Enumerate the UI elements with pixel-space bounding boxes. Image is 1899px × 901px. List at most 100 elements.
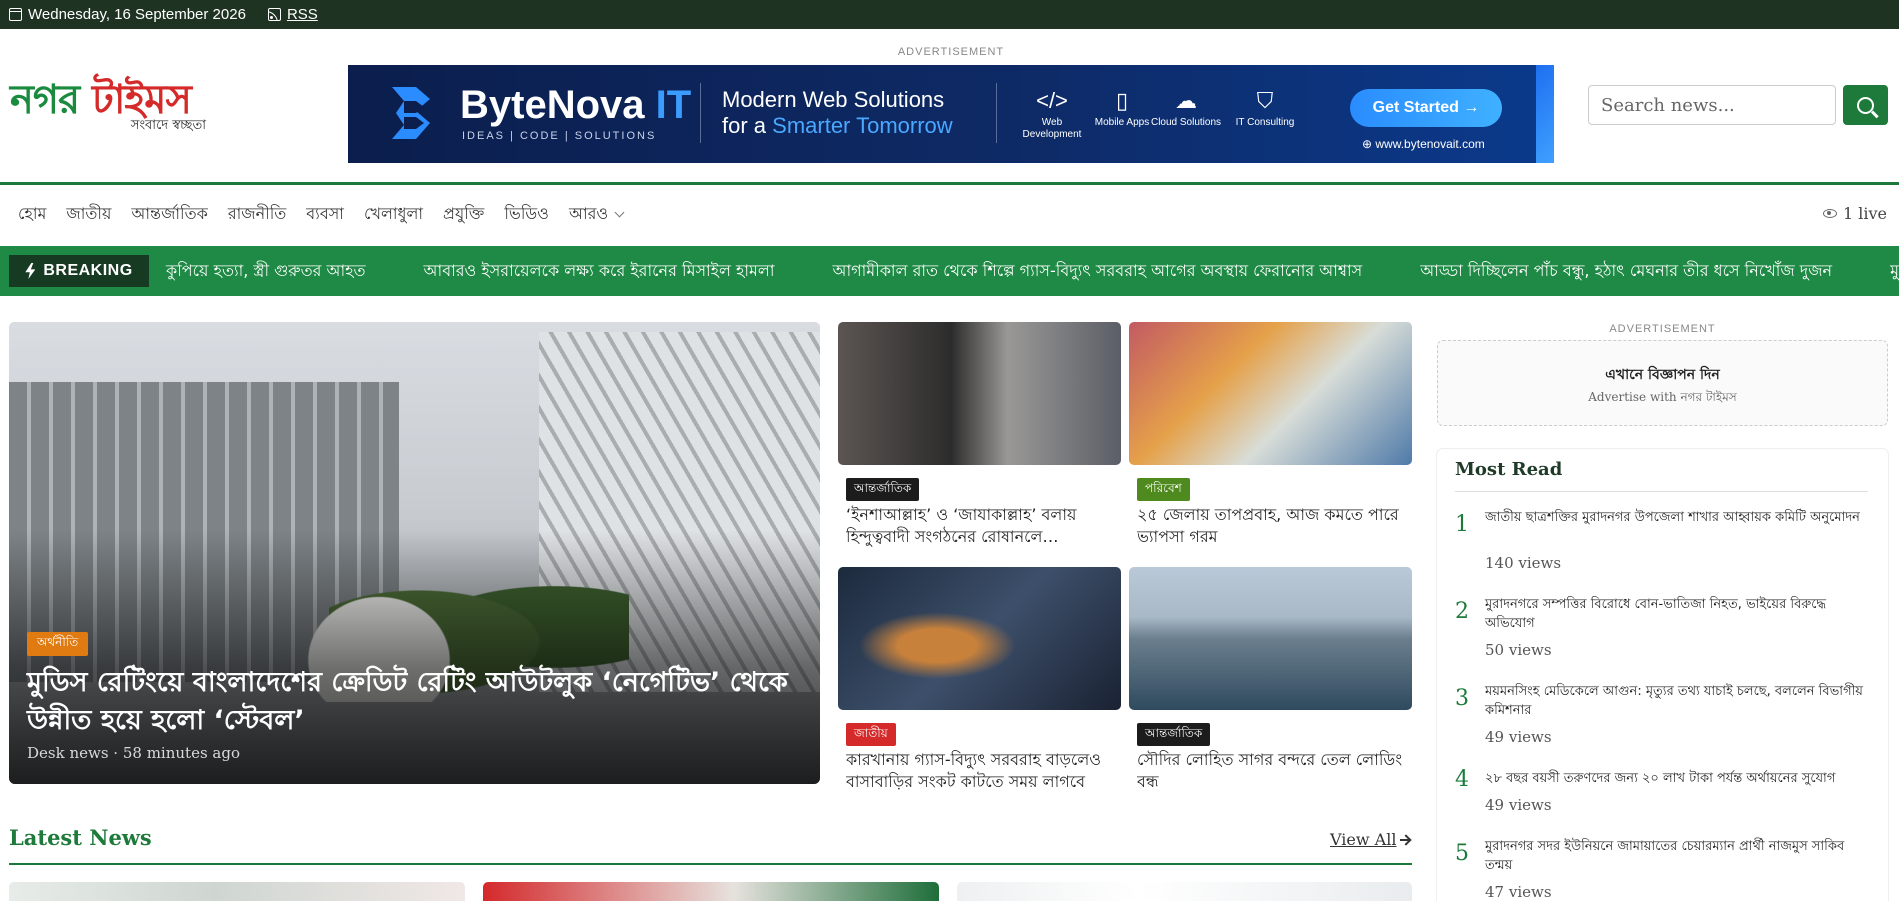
latest-news-title: Latest News [9, 825, 152, 850]
nav-item-business[interactable]: ব্যবসা [296, 201, 354, 228]
ticker-item[interactable]: আবারও ইসরায়েলকে লক্ষ্য করে ইরানের মিসাই… [424, 258, 775, 285]
ticker-item[interactable]: কুপিয়ে হত্যা, স্ত্রী গুরুতর আহত [166, 258, 366, 285]
latest-card-image[interactable] [9, 882, 465, 901]
most-read-headline[interactable]: মুরাদনগরে সম্পত্তির বিরোধে বোন-ভাতিজা নি… [1485, 595, 1875, 633]
live-counter: 1 live [1822, 204, 1887, 223]
story-card-headline[interactable]: ‘ইনশাআল্লাহ’ ও ‘জাযাকাল্লাহ’ বলায় হিন্দ… [846, 504, 1116, 548]
ad-service-web: </> Web Development [1012, 85, 1092, 141]
header-divider [0, 182, 1899, 185]
ad-headline-1: Modern Web Solutions [722, 87, 945, 112]
ticker-item[interactable]: মুরাদনগ [1890, 258, 1899, 285]
story-card-category[interactable]: পরিবেশ [1137, 478, 1190, 501]
story-card-headline[interactable]: সৌদির লোহিত সাগর বন্দরে তেল লোডিং বন্ধ [1137, 749, 1407, 793]
story-card-image [838, 322, 1121, 465]
latest-card-image[interactable] [483, 882, 939, 901]
sidebar-ad-slot[interactable]: এখানে বিজ্ঞাপন দিন Advertise with নগর টা… [1437, 340, 1888, 426]
top-bar: Wednesday, 16 September 2026 RSS [0, 0, 1899, 29]
most-read-divider [1455, 491, 1868, 492]
story-card-image [1129, 567, 1412, 710]
header-ad-label: ADVERTISEMENT [897, 46, 1005, 58]
ad-get-started-button[interactable]: Get Started → [1350, 89, 1502, 127]
breaking-news-bar: BREAKING কুপিয়ে হত্যা, স্ত্রী গুরুতর আহ… [0, 246, 1899, 296]
sidebar-ad-subtitle: Advertise with নগর টাইমস [1588, 390, 1737, 404]
story-card[interactable]: আন্তর্জাতিক ‘ইনশাআল্লাহ’ ও ‘জাযাকাল্লাহ’… [838, 322, 1121, 546]
most-read-headline[interactable]: ময়মনসিংহ মেডিকেলে আগুন: মৃত্যুর তথ্য যা… [1485, 682, 1875, 720]
most-read-title: Most Read [1455, 459, 1563, 480]
story-card-image [1129, 322, 1412, 465]
hero-category-badge[interactable]: অর্থনীতি [27, 632, 89, 656]
shield-icon: ⛉ [1256, 88, 1274, 113]
story-card-image [838, 567, 1121, 710]
cloud-icon: ☁ [1175, 88, 1197, 113]
site-logo[interactable]: নগর টাইমস সংবাদে স্বচ্ছতা [10, 78, 210, 138]
ticker-item[interactable]: আগামীকাল রাত থেকে শিল্পে গ্যাস-বিদ্যুৎ স… [832, 258, 1362, 285]
story-card-headline[interactable]: কারখানায় গ্যাস-বিদ্যুৎ সরবরাহ বাড়লেও ব… [846, 749, 1116, 793]
nav-item-technology[interactable]: প্রযুক্তি [433, 201, 494, 228]
most-read-headline[interactable]: জাতীয় ছাত্রশক্তির মুরাদনগর উপজেলা শাখার… [1485, 508, 1875, 527]
latest-news-divider [9, 863, 1412, 865]
rss-link[interactable]: RSS [287, 6, 318, 23]
nav-item-more[interactable]: আরও [559, 201, 633, 228]
story-card[interactable]: জাতীয় কারখানায় গ্যাস-বিদ্যুৎ সরবরাহ বা… [838, 567, 1121, 791]
search-input[interactable] [1588, 85, 1836, 125]
search-icon [1857, 96, 1874, 114]
eye-icon [1822, 209, 1837, 218]
most-read-views: 49 views [1485, 796, 1552, 814]
most-read-panel: Most Read 1 জাতীয় ছাত্রশক্তির মুরাদনগর … [1437, 449, 1888, 901]
ad-service-cloud: ☁ Cloud Solutions [1146, 85, 1226, 129]
breaking-ticker: কুপিয়ে হত্যা, স্ত্রী গুরুতর আহত আবারও ই… [166, 246, 1899, 296]
search-button[interactable] [1843, 85, 1888, 125]
sidebar-ad-title: এখানে বিজ্ঞাপন দিন [1605, 367, 1720, 383]
most-read-rank: 5 [1455, 841, 1469, 866]
ad-brand: ByteNova IT [460, 83, 692, 127]
hero-meta: Desk news · 58 minutes ago [27, 744, 240, 762]
nav-item-home[interactable]: হোম [8, 201, 56, 228]
story-card[interactable]: আন্তর্জাতিক সৌদির লোহিত সাগর বন্দরে তেল … [1129, 567, 1412, 791]
ad-service-consulting: ⛉ IT Consulting [1225, 85, 1305, 129]
header-ad-banner[interactable]: ByteNova IT IDEAS | CODE | SOLUTIONS Mod… [348, 65, 1554, 163]
hero-story[interactable]: অর্থনীতি মুডিস রেটিংয়ে বাংলাদেশের ক্রেড… [9, 322, 820, 784]
story-card[interactable]: পরিবেশ ২৫ জেলায় তাপপ্রবাহ, আজ কমতে পারে… [1129, 322, 1412, 546]
main-nav: হোম জাতীয় আন্তর্জাতিক রাজনীতি ব্যবসা খে… [8, 200, 633, 228]
live-count: 1 live [1842, 204, 1887, 223]
most-read-rank: 1 [1455, 512, 1469, 537]
story-card-category[interactable]: জাতীয় [846, 723, 896, 746]
story-card-headline[interactable]: ২৫ জেলায় তাপপ্রবাহ, আজ কমতে পারে ভ্যাপস… [1137, 504, 1407, 548]
calendar-icon [9, 8, 22, 21]
most-read-views: 49 views [1485, 728, 1552, 746]
ad-headline-2: for a Smarter Tomorrow [722, 113, 953, 138]
most-read-views: 47 views [1485, 883, 1552, 901]
ticker-item[interactable]: আড্ডা দিচ্ছিলেন পাঁচ বন্ধু, হঠাৎ মেঘনার … [1420, 258, 1832, 285]
nav-item-sports[interactable]: খেলাধুলা [354, 201, 433, 228]
chevron-down-icon [614, 207, 625, 217]
most-read-views: 140 views [1485, 554, 1562, 572]
breaking-label: BREAKING [9, 255, 149, 287]
latest-card-image[interactable] [957, 882, 1412, 901]
ad-divider [700, 83, 701, 143]
date-item: Wednesday, 16 September 2026 [9, 6, 246, 23]
ad-divider [996, 83, 997, 143]
ad-brand-subtitle: IDEAS | CODE | SOLUTIONS [462, 130, 657, 142]
story-card-category[interactable]: আন্তর্জাতিক [1137, 723, 1211, 746]
most-read-headline[interactable]: মুরাদনগর সদর ইউনিয়নে জামায়াতের চেয়ারম… [1485, 837, 1875, 875]
bytenova-logo-icon [392, 87, 430, 139]
logo-tagline: সংবাদে স্বচ্ছতা [130, 118, 206, 133]
story-card-category[interactable]: আন্তর্জাতিক [846, 478, 920, 501]
rss-link-wrap[interactable]: RSS [267, 6, 318, 23]
hero-headline[interactable]: মুডিস রেটিংয়ে বাংলাদেশের ক্রেডিট রেটিং … [27, 664, 807, 740]
nav-item-politics[interactable]: রাজনীতি [218, 201, 296, 228]
ad-url: ⊕ www.bytenovait.com [1362, 137, 1485, 151]
code-icon: </> [1036, 88, 1068, 113]
bolt-icon [25, 263, 36, 279]
most-read-views: 50 views [1485, 641, 1552, 659]
most-read-headline[interactable]: ২৮ বছর বয়সী তরুণদের জন্য ২০ লাখ টাকা পর… [1485, 769, 1875, 788]
most-read-rank: 2 [1455, 599, 1469, 624]
sidebar-ad-label: ADVERTISEMENT [1609, 323, 1716, 335]
nav-item-video[interactable]: ভিডিও [494, 201, 559, 228]
most-read-rank: 3 [1455, 686, 1469, 711]
rss-icon [267, 8, 281, 21]
view-all-link[interactable]: View All [1330, 830, 1411, 849]
nav-item-international[interactable]: আন্তর্জাতিক [121, 201, 217, 228]
nav-item-national[interactable]: জাতীয় [56, 201, 121, 228]
current-date: Wednesday, 16 September 2026 [28, 6, 246, 23]
